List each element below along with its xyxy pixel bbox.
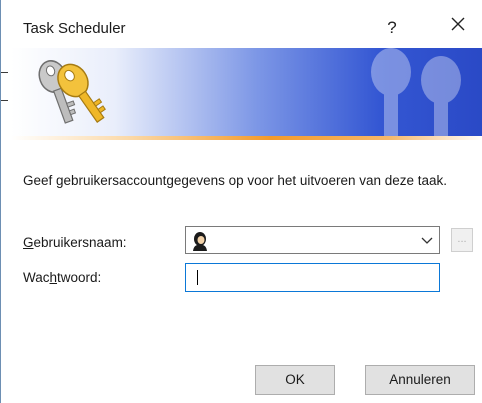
browse-user-button[interactable]: ... (451, 228, 473, 252)
username-combobox[interactable] (185, 226, 440, 254)
text-caret (197, 270, 198, 285)
password-label: Wachtwoord: (23, 270, 102, 285)
ok-button[interactable]: OK (255, 365, 335, 395)
user-icon (193, 232, 207, 251)
window-edge-marks (1, 0, 11, 403)
header-banner (11, 48, 482, 138)
title-bar: Task Scheduler ? (1, 0, 482, 48)
chevron-down-icon[interactable] (421, 235, 433, 245)
keys-watermark-icon (371, 48, 461, 138)
cancel-button[interactable]: Annuleren (365, 365, 475, 395)
username-label: Gebruikersnaam: (23, 235, 127, 250)
keys-icon (38, 60, 106, 124)
banner-accent-line (11, 136, 482, 140)
instruction-text: Geef gebruikersaccountgegevens op voor h… (23, 173, 448, 188)
close-button[interactable] (441, 14, 475, 42)
password-field[interactable] (185, 263, 440, 292)
close-icon (451, 17, 465, 31)
help-button[interactable]: ? (377, 14, 407, 42)
window-title: Task Scheduler (23, 20, 126, 37)
task-scheduler-dialog: Task Scheduler ? Geef gebruikersaccountg… (0, 0, 482, 403)
